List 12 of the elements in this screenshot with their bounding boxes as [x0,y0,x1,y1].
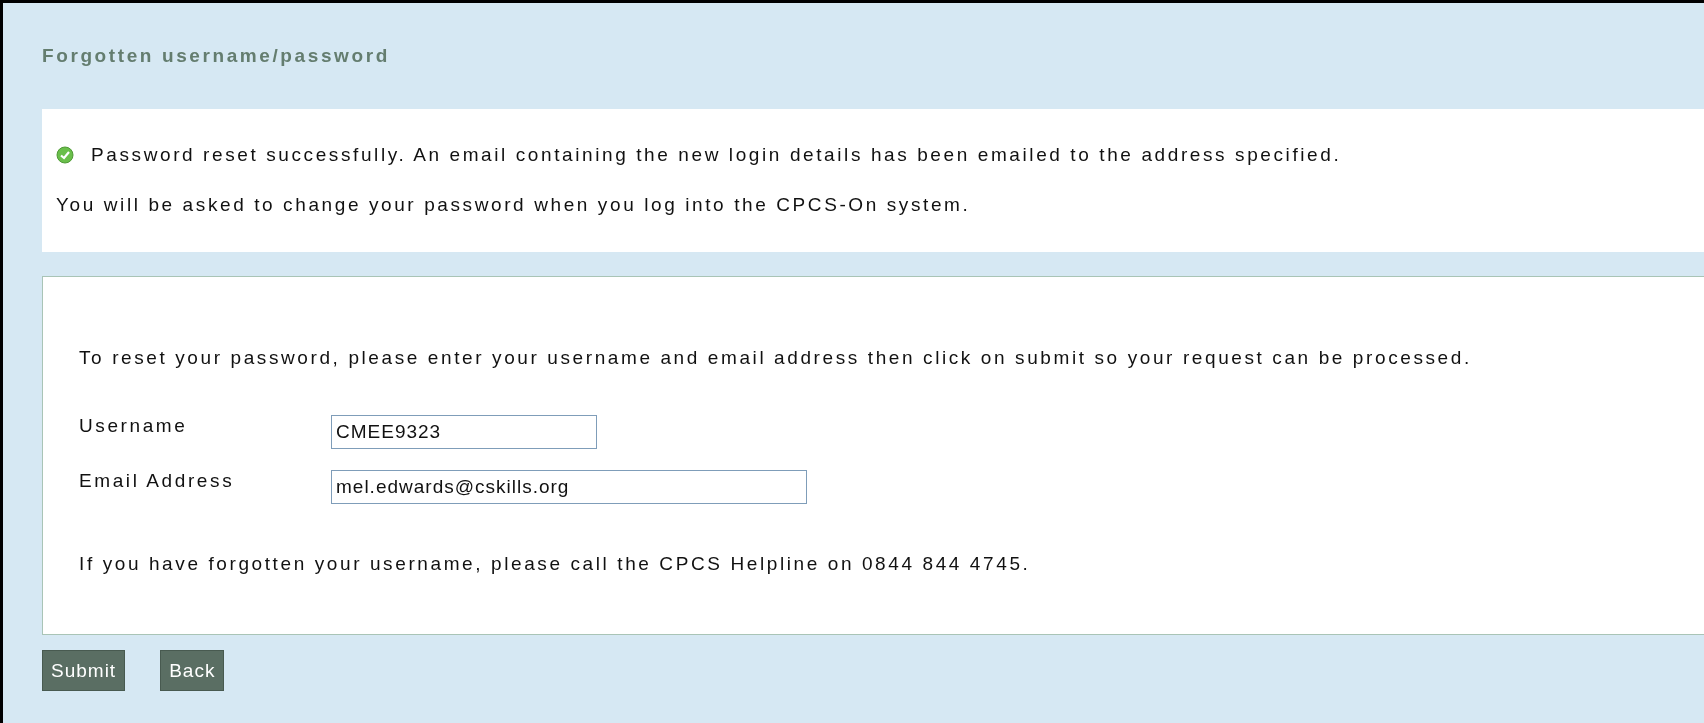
field-label: Username [79,415,189,437]
page-heading: Forgotten username/password [42,44,391,68]
check-icon [56,146,74,164]
helpline-text: If you have forgotten your username, please call the CPCS Helpline on 0844 844 4745. [79,553,1032,575]
info-message: You will be asked to change your password when you log into the CPCS-On system. [55,194,972,216]
success-message: Password reset successfully. An email containing the new login details has been emailed to the address specified. [91,144,1342,166]
submit-button[interactable]: Submit [42,650,126,691]
input-field[interactable]: mel.edwards@cskills.org [331,470,807,504]
input-field[interactable]: CMEE9323 [331,415,597,449]
field-label: Email Address [79,470,236,492]
back-button[interactable]: Back [160,650,225,691]
instructions-text: To reset your password, please enter your username and email address then click on submit so your request can be processed. [79,347,1473,369]
